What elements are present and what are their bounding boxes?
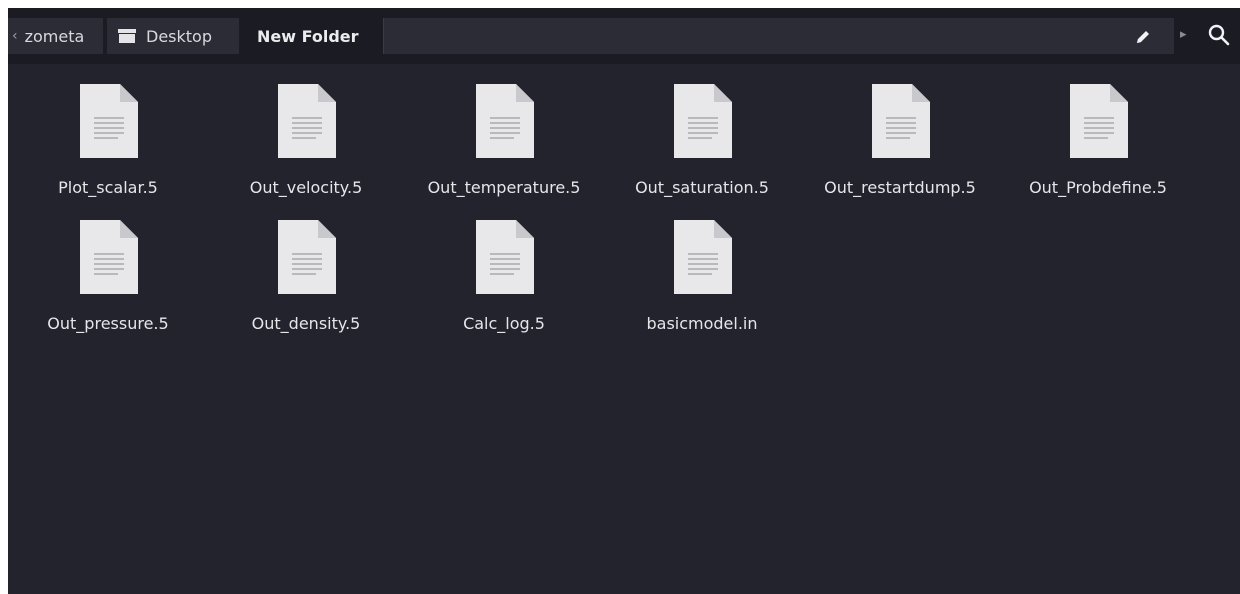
location-field[interactable] <box>383 18 1174 54</box>
text-document-icon <box>872 84 930 158</box>
folder-icon <box>118 29 136 43</box>
text-document-icon <box>80 84 138 158</box>
search-icon <box>1208 24 1230 46</box>
text-document-icon <box>1070 84 1128 158</box>
file-name: Calc_log.5 <box>463 314 545 333</box>
file-item[interactable]: Out_restartdump.5 <box>810 84 990 214</box>
pencil-icon <box>1137 31 1149 43</box>
file-name: Out_density.5 <box>251 314 361 333</box>
file-manager-window: ‹ zometa Desktop New Folder ▸ Plot_scala… <box>8 8 1240 594</box>
search-button[interactable] <box>1207 23 1231 47</box>
text-document-icon <box>476 84 534 158</box>
file-name: Out_Probdefine.5 <box>1029 178 1167 197</box>
file-item[interactable]: Out_pressure.5 <box>18 220 198 350</box>
file-name: Out_velocity.5 <box>249 178 363 197</box>
text-document-icon <box>674 220 732 294</box>
breadcrumb-desktop[interactable]: Desktop <box>107 18 239 54</box>
text-document-icon <box>476 220 534 294</box>
file-item[interactable]: basicmodel.in <box>612 220 792 350</box>
file-name: Out_pressure.5 <box>47 314 169 333</box>
text-document-icon <box>674 84 732 158</box>
file-item[interactable]: Out_velocity.5 <box>216 84 396 214</box>
text-document-icon <box>278 84 336 158</box>
file-name: Out_restartdump.5 <box>824 178 976 197</box>
file-name: Plot_scalar.5 <box>58 178 158 197</box>
file-item[interactable]: Out_temperature.5 <box>414 84 594 214</box>
breadcrumb-label: New Folder <box>257 26 359 46</box>
file-name: Out_temperature.5 <box>427 178 581 197</box>
file-item[interactable]: Out_saturation.5 <box>612 84 792 214</box>
edit-location-button[interactable] <box>1134 28 1152 46</box>
text-document-icon <box>278 220 336 294</box>
file-name: Out_saturation.5 <box>635 178 769 197</box>
breadcrumb-new-folder[interactable]: New Folder <box>243 18 379 54</box>
file-name: basicmodel.in <box>646 314 758 333</box>
breadcrumb-label: Desktop <box>146 26 212 46</box>
file-item[interactable]: Calc_log.5 <box>414 220 594 350</box>
file-item[interactable]: Out_density.5 <box>216 220 396 350</box>
chevron-left-icon: ‹ <box>12 28 18 44</box>
chevron-right-icon[interactable]: ▸ <box>1180 27 1187 42</box>
path-bar: ‹ zometa Desktop New Folder ▸ <box>8 8 1240 64</box>
breadcrumb-label: zometa <box>24 26 85 46</box>
file-item[interactable]: Out_Probdefine.5 <box>1008 84 1188 214</box>
file-item[interactable]: Plot_scalar.5 <box>18 84 198 214</box>
breadcrumb-zometa[interactable]: ‹ zometa <box>8 18 103 54</box>
text-document-icon <box>80 220 138 294</box>
